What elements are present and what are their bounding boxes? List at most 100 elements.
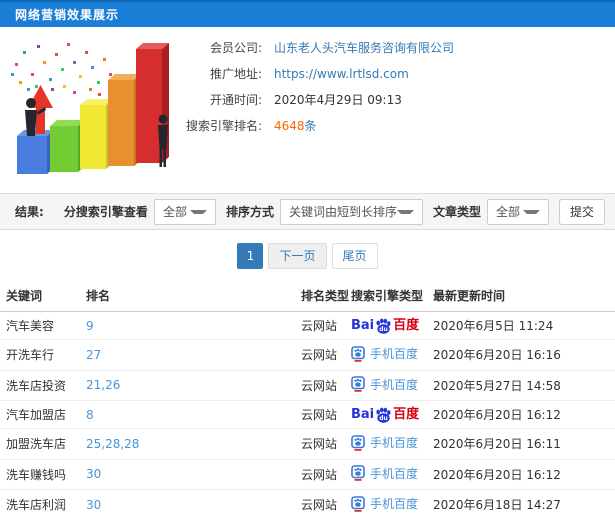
bar-chart-growth-image [11,43,169,174]
updated-text: 2020年6月20日 16:11 [433,437,561,452]
mobile-baidu-label: 手机百度 [370,347,419,361]
mobile-baidu-icon [351,434,365,451]
baidu-paw-icon: du [376,407,391,423]
rank-count-number: 4648 [274,119,305,133]
rank-type-cell: 云网站 [295,370,345,401]
baidu-logo: Bai du 百度 [351,318,420,334]
keyword-cell: 汽车加盟店 [0,400,80,429]
sort-filter-value: 关键词由短到长排序 [288,205,397,219]
rank-type-cell: 云网站 [295,311,345,340]
last-page-button[interactable]: 尾页 [331,243,378,269]
rank-cell: 25,28,28 [80,428,295,460]
mobile-baidu-logo: 手机百度 [351,434,418,451]
submit-button[interactable]: 提交 [558,198,605,225]
rank-link[interactable]: 21,26 [86,378,120,392]
keyword-cell: 开洗车行 [0,339,80,371]
table-row: 加盟洗车店 25,28,28 云网站 手机百度 2020年6月20日 16:11 [0,428,615,460]
chevron-down-icon [396,209,414,214]
baidu-logo: Bai du 百度 [351,407,420,423]
updated-cell: 2020年5月27日 14:58 [427,370,615,401]
account-info-panel: 会员公司: 山东老人头汽车服务咨询有限公司 推广地址: https://www.… [0,27,615,193]
field-company: 会员公司: 山东老人头汽车服务咨询有限公司 [176,40,615,56]
filter-controls: 分搜索引擎查看 全部 排序方式 关键词由短到长排序 文章类型 全部 提交 [54,198,605,225]
rank-type-text: 云网站 [301,498,338,513]
updated-text: 2020年6月5日 11:24 [433,319,554,333]
keyword-cell: 洗车赚钱吗 [0,459,80,490]
rank-cell: 21,26 [80,370,295,401]
rank-link[interactable]: 9 [86,319,94,333]
article-type-filter-select[interactable]: 全部 [486,198,549,225]
table-row: 洗车赚钱吗 30 云网站 手机百度 2020年6月20日 16:12 [0,459,615,490]
results-section-label: 结果: [15,205,44,219]
engine-cell: 手机百度 [345,489,427,520]
marketing-growth-illustration [0,27,176,193]
engine-rank-count-label: 搜索引擎排名: [185,119,262,133]
next-page-button[interactable]: 下一页 [268,243,327,269]
keyword-text: 洗车店投资 [6,378,67,393]
page-header: 网络营销效果展示 [0,0,615,27]
mobile-baidu-logo: 手机百度 [351,465,418,482]
engine-cell: 手机百度 [345,459,427,490]
engine-cell: Bai du 百度 [345,311,427,340]
keyword-cell: 加盟洗车店 [0,428,80,460]
confetti-dots [11,43,118,96]
rank-type-text: 云网站 [301,378,338,393]
bar-blue [17,130,54,174]
keyword-cell: 洗车店利润 [0,489,80,520]
engine-cell: Bai du 百度 [345,400,427,429]
field-promo-url: 推广地址: https://www.lrtlsd.com [176,66,615,82]
mobile-baidu-label: 手机百度 [370,436,419,450]
col-rank: 排名 [80,281,295,312]
updated-cell: 2020年6月20日 16:12 [427,400,615,429]
open-time-label: 开通时间: [209,93,262,107]
sort-filter-select[interactable]: 关键词由短到长排序 [279,198,423,225]
baidu-paw-icon: du [376,318,391,334]
rank-count-unit: 条 [304,119,317,133]
rank-link[interactable]: 8 [86,408,94,422]
table-row: 汽车美容 9 云网站 Bai du 百度 2020年6月5日 11:24 [0,311,615,340]
rank-type-cell: 云网站 [295,428,345,460]
col-keyword: 关键词 [0,281,80,312]
rank-cell: 27 [80,339,295,371]
updated-text: 2020年6月20日 16:12 [433,467,561,482]
svg-text:du: du [379,415,388,422]
rank-type-text: 云网站 [301,408,338,422]
rank-type-cell: 云网站 [295,400,345,429]
keyword-cell: 洗车店投资 [0,370,80,401]
mobile-baidu-label: 手机百度 [370,497,419,511]
mobile-baidu-logo: 手机百度 [351,345,418,362]
rank-link[interactable]: 30 [86,467,101,481]
promo-url-link[interactable]: https://www.lrtlsd.com [274,66,409,82]
keyword-text: 开洗车行 [6,348,55,363]
page-1-button[interactable]: 1 [237,243,264,269]
keyword-text: 汽车美容 [6,319,55,333]
rank-cell: 8 [80,400,295,429]
company-link[interactable]: 山东老人头汽车服务咨询有限公司 [274,40,454,56]
rank-type-cell: 云网站 [295,459,345,490]
updated-text: 2020年6月20日 16:16 [433,348,561,363]
sort-filter-label: 排序方式 [225,205,274,219]
updated-cell: 2020年6月20日 16:12 [427,459,615,490]
rank-link[interactable]: 30 [86,498,101,512]
rank-type-cell: 云网站 [295,339,345,371]
page-title: 网络营销效果展示 [15,8,120,22]
keyword-cell: 汽车美容 [0,311,80,340]
mobile-baidu-label: 手机百度 [370,466,419,481]
open-time-value: 2020年4月29日 09:13 [274,93,402,107]
results-filter-bar: 结果: 分搜索引擎查看 全部 排序方式 关键词由短到长排序 文章类型 全部 提交 [0,193,615,230]
mobile-baidu-icon [351,376,365,392]
mobile-baidu-label: 手机百度 [370,377,419,392]
table-row: 开洗车行 27 云网站 手机百度 2020年6月20日 16:16 [0,339,615,371]
keyword-text: 汽车加盟店 [6,408,67,422]
engine-cell: 手机百度 [345,370,427,401]
engine-filter-select[interactable]: 全部 [153,198,216,225]
keyword-text: 洗车赚钱吗 [6,467,67,482]
rank-link[interactable]: 27 [86,348,101,362]
results-table-body: 汽车美容 9 云网站 Bai du 百度 2020年6月5日 11:24 开洗车… [0,311,615,520]
article-type-filter-value: 全部 [495,205,520,219]
table-row: 洗车店利润 30 云网站 手机百度 2020年6月18日 14:27 [0,489,615,520]
engine-filter-value: 全部 [162,205,187,219]
rank-link[interactable]: 25,28,28 [86,437,139,451]
rank-cell: 30 [80,489,295,520]
col-updated: 最新更新时间 [427,281,615,312]
